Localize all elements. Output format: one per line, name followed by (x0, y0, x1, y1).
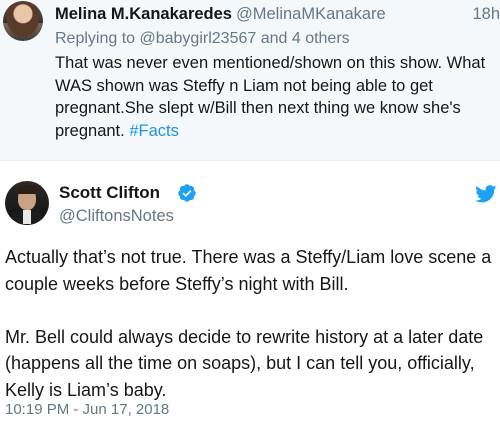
twitter-bird-icon[interactable] (475, 185, 497, 203)
reply-tweet-time[interactable]: 18h (472, 5, 500, 24)
reply-tweet-header: Melina M.Kanakaredes @MelinaMKanakare (55, 5, 386, 24)
tweet-divider (0, 160, 500, 161)
tweet-paragraph: Actually that’s not true. There was a St… (5, 247, 492, 294)
reply-author-handle[interactable]: @MelinaMKanakare (236, 5, 386, 23)
main-tweet-text: Actually that’s not true. There was a St… (5, 244, 499, 403)
avatar-hair (17, 185, 37, 194)
avatar-shirt (23, 210, 31, 224)
main-author-handle[interactable]: @CliftonsNotes (59, 207, 174, 226)
reply-tweet-text: That was never even mentioned/shown on t… (55, 52, 495, 142)
main-author-avatar[interactable] (5, 181, 49, 225)
tweet-timestamp[interactable]: 10:19 PM - Jun 17, 2018 (5, 401, 169, 418)
reply-author-name[interactable]: Melina M.Kanakaredes (55, 5, 232, 23)
hashtag-link[interactable]: #Facts (129, 122, 179, 140)
replying-to-line[interactable]: Replying to @babygirl23567 and 4 others (55, 30, 350, 48)
verified-badge-icon (178, 184, 196, 202)
tweet-paragraph: Mr. Bell could always decide to rewrite … (5, 326, 484, 400)
reply-tweet[interactable]: Melina M.Kanakaredes @MelinaMKanakare 18h… (0, 0, 500, 160)
reply-author-avatar[interactable] (3, 1, 43, 41)
reply-tweet-body: That was never even mentioned/shown on t… (55, 54, 486, 140)
main-author-name[interactable]: Scott Clifton (59, 183, 160, 203)
